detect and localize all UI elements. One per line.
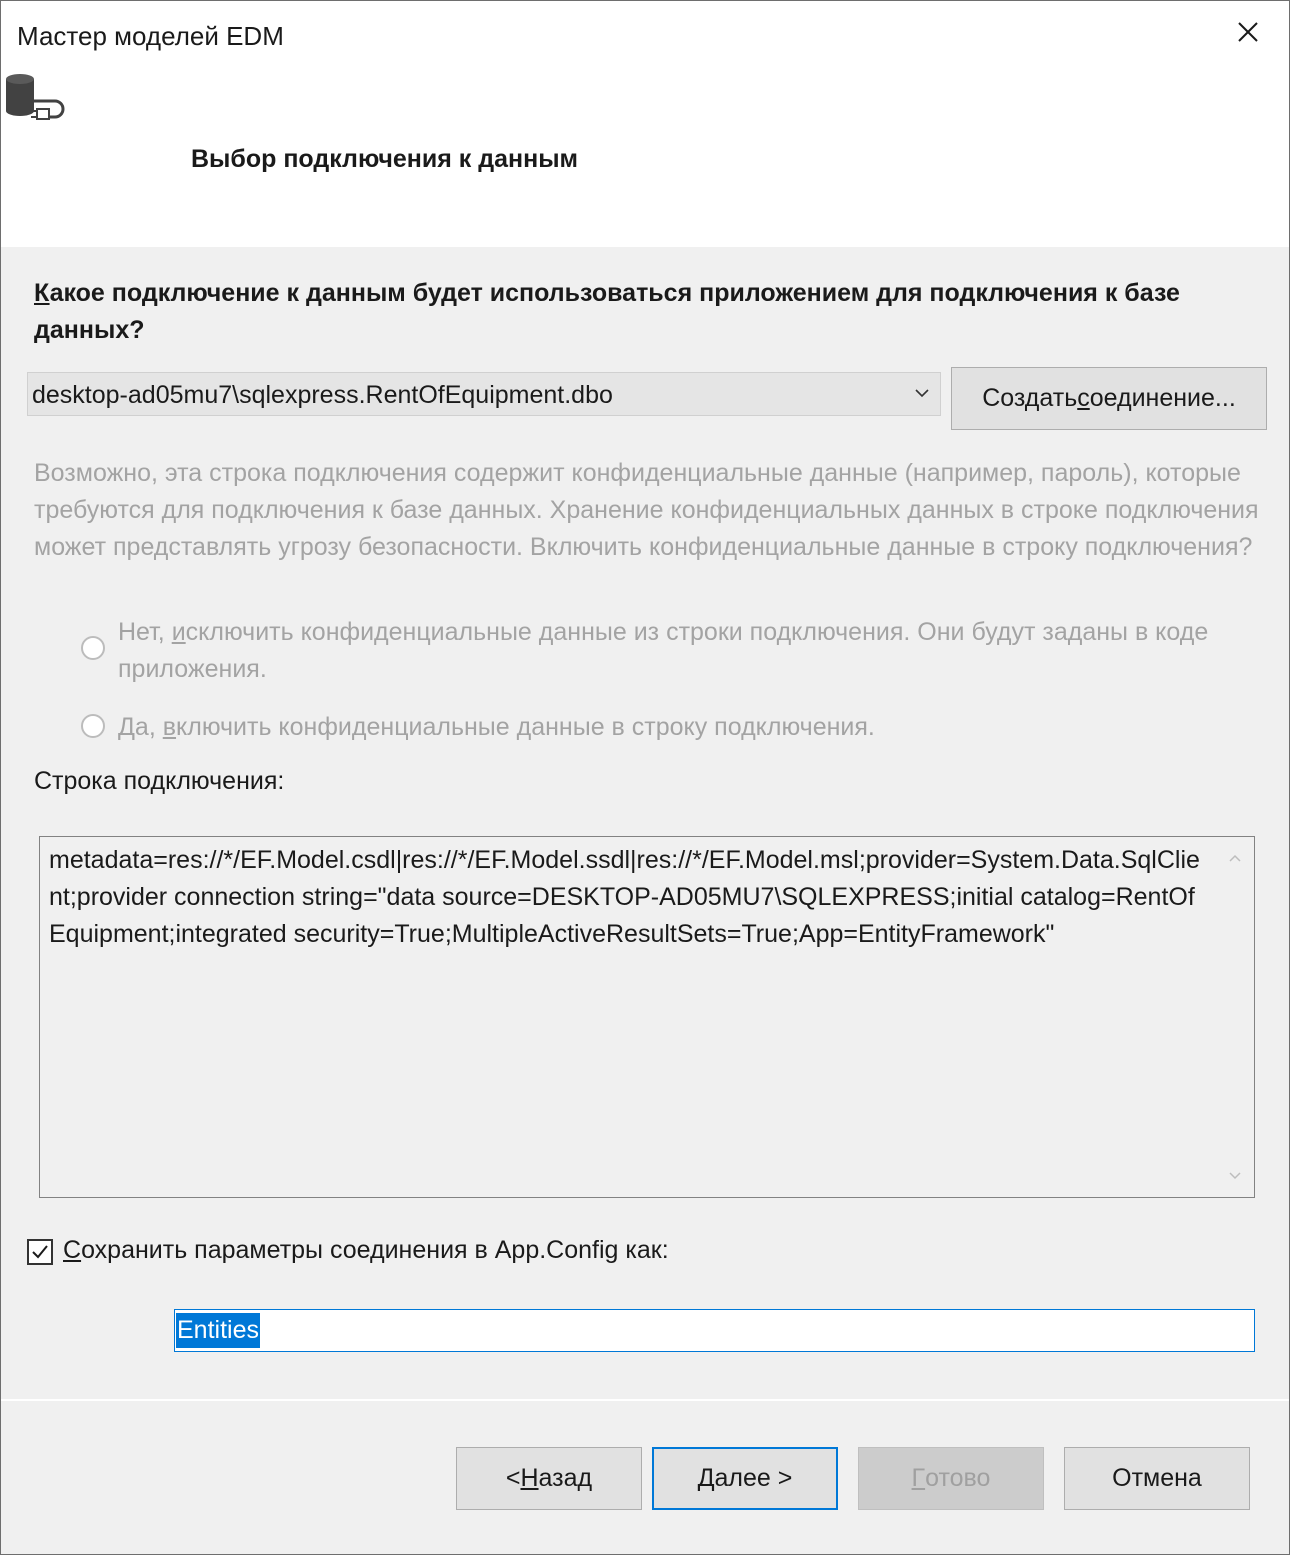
- finish-access-key: Г: [911, 1464, 926, 1492]
- page-title: Выбор подключения к данным: [191, 145, 579, 173]
- back-label-post: азад: [538, 1464, 593, 1492]
- next-button[interactable]: Далее >: [652, 1447, 838, 1510]
- save-settings-checkbox[interactable]: [27, 1239, 53, 1265]
- radio-no-access-key: и: [171, 618, 186, 646]
- connection-question: Какое подключение к данным будет использ…: [34, 275, 1264, 349]
- radio-yes-access-key: в: [162, 713, 177, 741]
- back-button[interactable]: < Назад: [456, 1447, 642, 1510]
- close-button[interactable]: [1209, 1, 1289, 67]
- scroll-up-icon[interactable]: [1228, 853, 1242, 863]
- radio-yes-post: ключить конфиденциальные данные в строку…: [176, 713, 875, 741]
- next-label-post: алее >: [714, 1464, 793, 1492]
- chevron-down-icon: [915, 389, 929, 398]
- wizard-header: Выбор подключения к данным: [1, 67, 1289, 247]
- radio-yes-label: Да, включить конфиденциальные данные в с…: [118, 709, 1248, 746]
- cancel-button[interactable]: Отмена: [1064, 1447, 1250, 1510]
- save-settings-text: охранить параметры соединения в App.Conf…: [81, 1236, 669, 1264]
- create-connection-button[interactable]: Создать с оединение...: [951, 367, 1267, 430]
- create-connection-label-post: оединение...: [1089, 384, 1236, 412]
- back-label-pre: <: [505, 1464, 521, 1492]
- entity-name-input[interactable]: Entities: [174, 1309, 1255, 1352]
- back-access-key: Н: [520, 1464, 539, 1492]
- connection-select[interactable]: desktop-ad05mu7\sqlexpress.RentOfEquipme…: [27, 372, 941, 416]
- connection-string-value: metadata=res://*/EF.Model.csdl|res://*/E…: [49, 846, 1200, 948]
- title-bar: Мастер моделей EDM: [1, 1, 1289, 69]
- radio-button-yes[interactable]: [81, 714, 105, 738]
- radio-no-pre: Нет,: [118, 618, 172, 646]
- save-settings-label: Сохранить параметры соединения в App.Con…: [63, 1236, 669, 1265]
- save-settings-access-key: С: [63, 1236, 82, 1264]
- database-connection-icon: [6, 74, 65, 120]
- radio-yes-pre: Да,: [118, 713, 163, 741]
- radio-no-label: Нет, исключить конфиденциальные данные и…: [118, 614, 1248, 688]
- edm-wizard-dialog: Мастер моделей EDM Выбор подключения к д…: [0, 0, 1290, 1555]
- create-connection-access-key: с: [1077, 384, 1090, 412]
- radio-button-no[interactable]: [81, 636, 105, 660]
- connection-string-textbox[interactable]: metadata=res://*/EF.Model.csdl|res://*/E…: [39, 836, 1255, 1198]
- finish-label-post: отово: [925, 1464, 991, 1492]
- radio-no-post: сключить конфиденциальные данные из стро…: [118, 618, 1209, 683]
- next-access-key: Д: [697, 1464, 715, 1492]
- scroll-down-icon[interactable]: [1228, 1171, 1242, 1181]
- question-text: акое подключение к данным будет использо…: [34, 279, 1180, 344]
- question-access-key: К: [34, 279, 50, 307]
- window-title: Мастер моделей EDM: [17, 21, 284, 51]
- sensitive-data-warning: Возможно, эта строка подключения содержи…: [34, 459, 1259, 561]
- connection-select-value: desktop-ad05mu7\sqlexpress.RentOfEquipme…: [32, 381, 613, 409]
- finish-button[interactable]: Готово: [858, 1447, 1044, 1510]
- footer-divider: [1, 1399, 1289, 1401]
- close-icon: [1238, 22, 1258, 42]
- entity-name-value: Entities: [176, 1313, 260, 1348]
- connection-string-label: Строка подключения:: [34, 767, 285, 795]
- checkmark-icon: [32, 1245, 48, 1259]
- create-connection-label-pre: Создать: [982, 384, 1078, 412]
